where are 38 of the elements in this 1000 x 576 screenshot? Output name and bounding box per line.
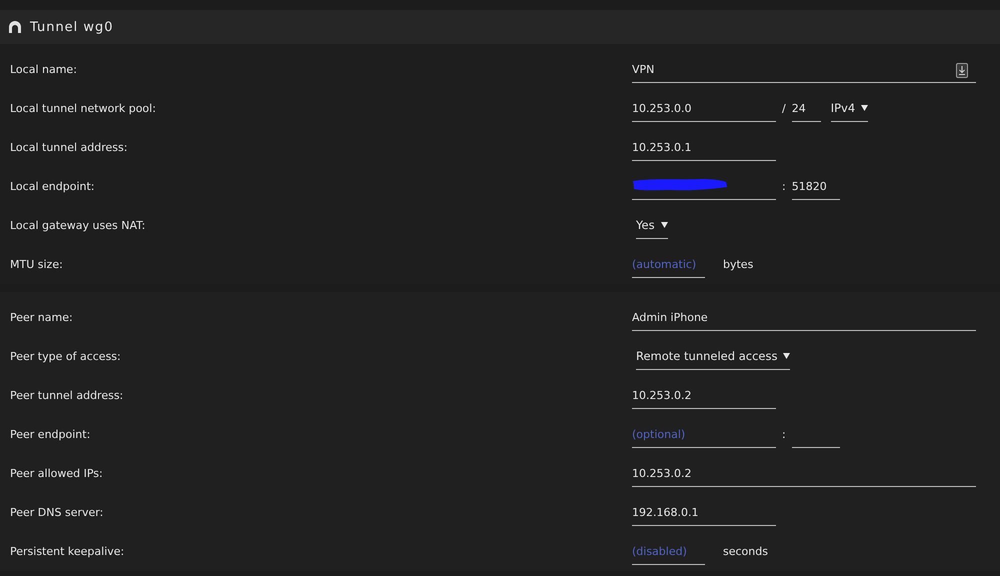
input-field[interactable]: Admin iPhone xyxy=(632,304,976,330)
field-label: Local tunnel network pool: xyxy=(9,102,157,115)
field-label: Peer name: xyxy=(9,311,74,324)
unit-label: bytes xyxy=(723,258,754,271)
input-field[interactable]: 24 xyxy=(792,96,821,122)
field-label: Peer allowed IPs: xyxy=(9,467,104,480)
field-label: Local tunnel address: xyxy=(9,141,128,154)
dropdown[interactable]: Yes xyxy=(636,212,668,238)
input-field[interactable]: 10.253.0.1 xyxy=(632,134,776,160)
unit-label: seconds xyxy=(723,545,768,558)
input-field[interactable]: (disabled) xyxy=(632,538,705,564)
field-label: Peer type of access: xyxy=(9,350,122,363)
input-field[interactable]: (optional) xyxy=(632,422,776,448)
field-label: Peer endpoint: xyxy=(9,428,92,441)
separator: / xyxy=(782,102,786,115)
field-label: Local gateway uses NAT: xyxy=(9,219,146,232)
panel-title: Tunnel wg0 xyxy=(30,20,114,34)
input-field[interactable]: 51820 xyxy=(792,174,840,200)
separator: : xyxy=(782,428,786,441)
dropdown[interactable]: Remote tunneled access xyxy=(636,344,790,370)
field-label: Persistent keepalive: xyxy=(9,545,126,558)
input-field[interactable]: 10.253.0.0 xyxy=(632,96,776,122)
field-label: Local name: xyxy=(9,63,78,76)
separator: : xyxy=(782,180,786,193)
field-label: MTU size: xyxy=(9,258,64,271)
tunnel-icon xyxy=(8,20,22,34)
dropdown[interactable]: IPv4 xyxy=(830,96,868,122)
field-label: Peer tunnel address: xyxy=(9,389,124,402)
input-field[interactable]: 10.253.0.2 xyxy=(632,460,976,486)
caret-icon xyxy=(783,353,790,359)
input-field[interactable]: (automatic) xyxy=(632,252,705,278)
field-label: Peer DNS server: xyxy=(9,506,104,519)
caret-icon xyxy=(660,222,668,228)
input-field[interactable]: 10.253.0.2 xyxy=(632,382,776,408)
input-field[interactable]: 192.168.0.1 xyxy=(632,500,776,526)
field-label: Local endpoint: xyxy=(9,180,96,193)
download-icon[interactable] xyxy=(956,62,968,78)
caret-icon xyxy=(861,105,868,111)
